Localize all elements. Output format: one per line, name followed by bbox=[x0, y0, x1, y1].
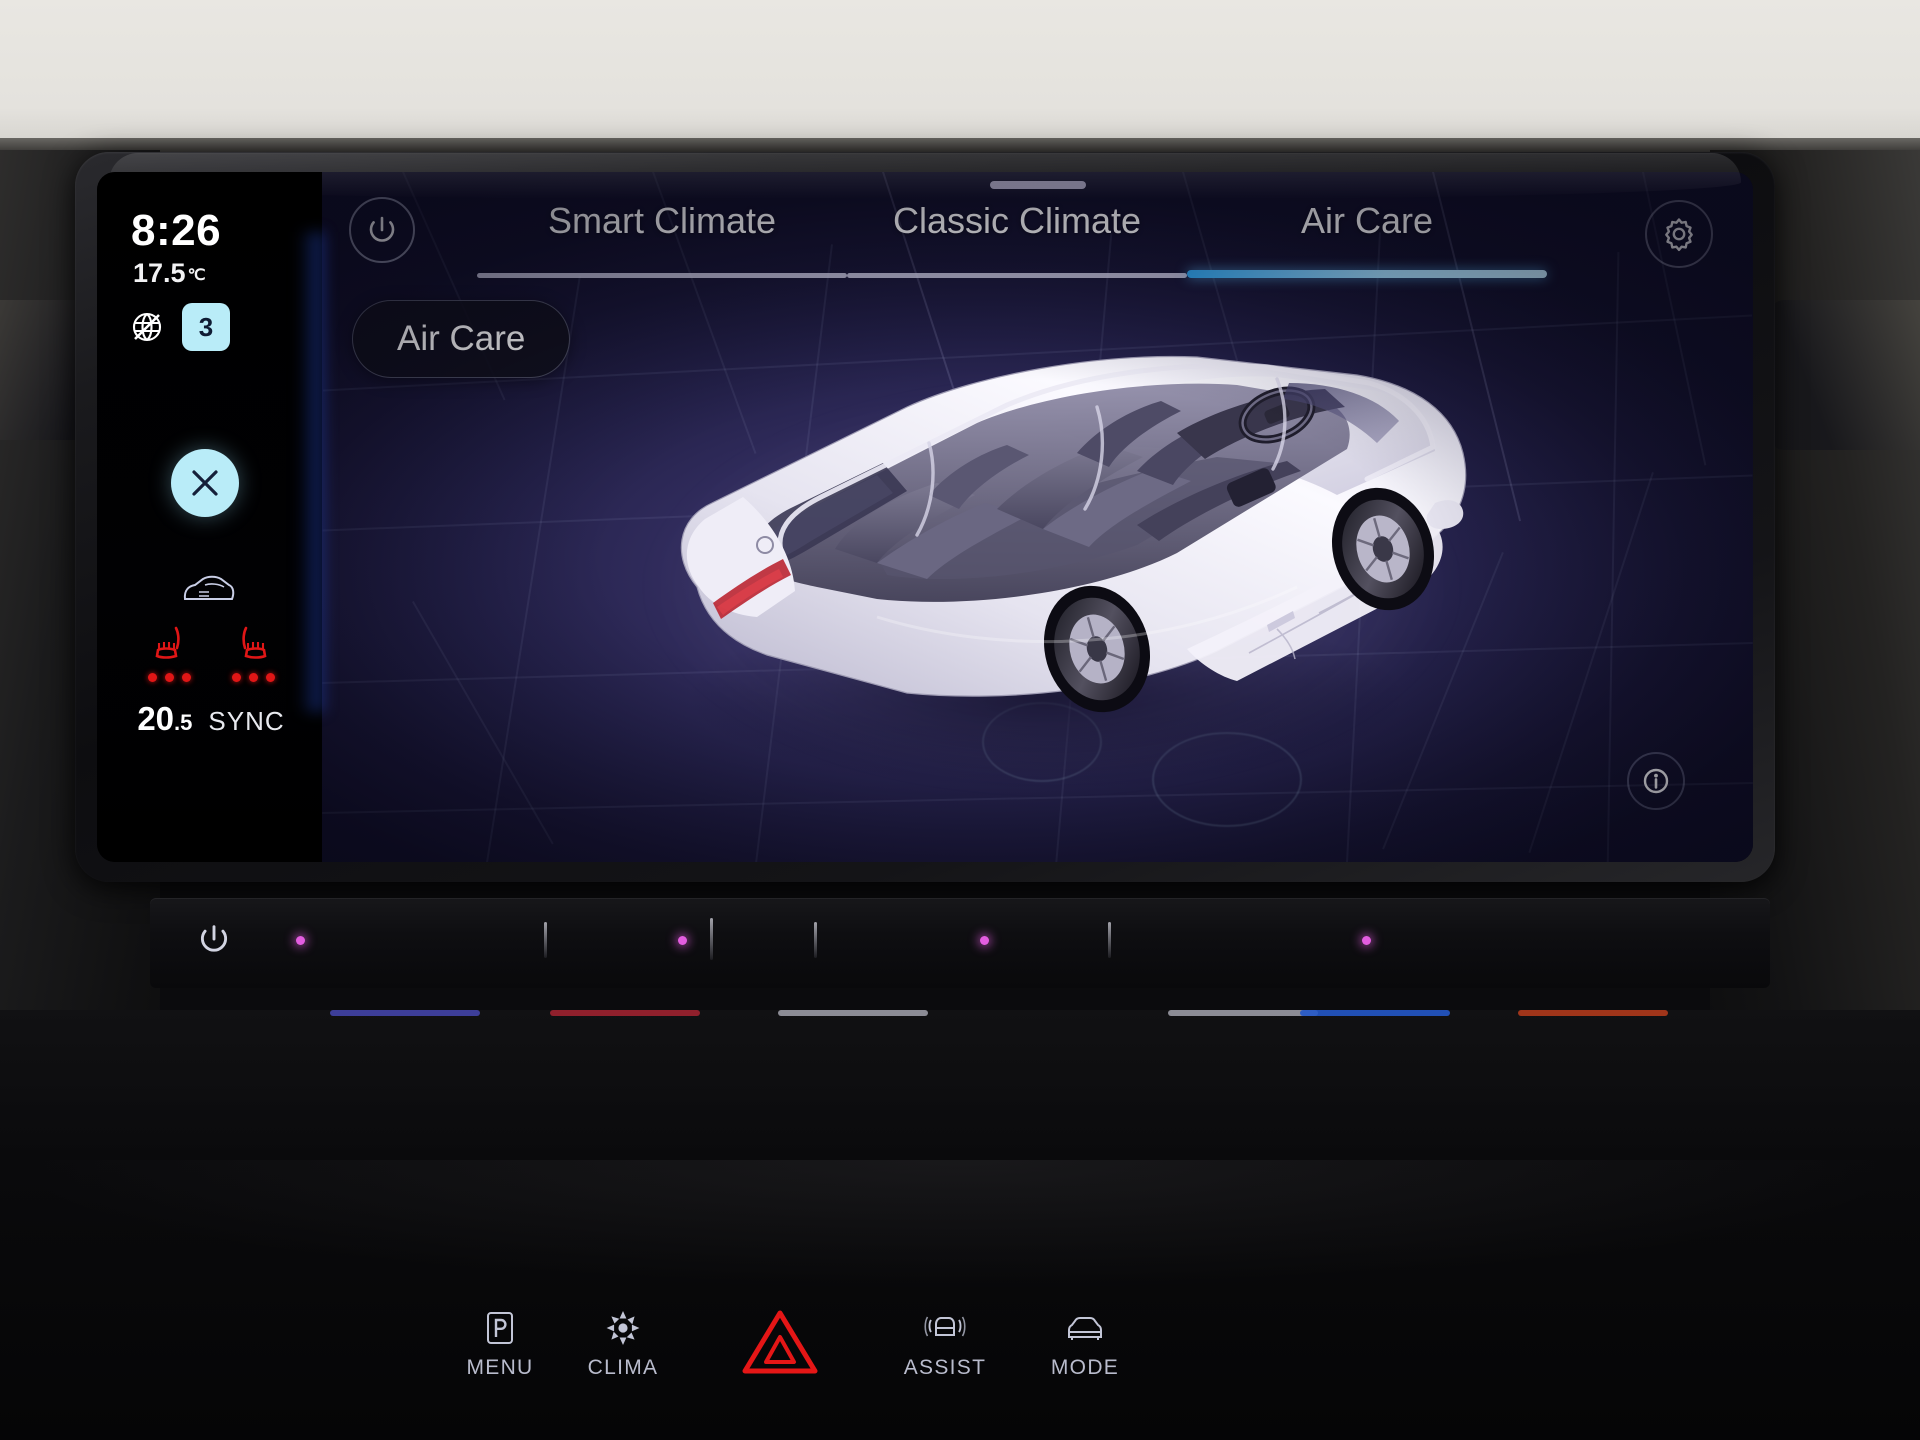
power-icon bbox=[369, 216, 395, 242]
air-care-mode-label: Air Care bbox=[397, 319, 526, 358]
fan-icon bbox=[548, 1301, 698, 1347]
seat-heating-right-icon bbox=[242, 626, 267, 659]
fan-speed-badge[interactable]: 3 bbox=[182, 303, 230, 351]
slider-bar-indicator bbox=[1300, 1010, 1450, 1016]
seat-left-level-dots bbox=[141, 673, 197, 682]
hard-key-row: MENU CLIMA ASSIST MODE bbox=[0, 1260, 1920, 1380]
hard-key-assist[interactable]: ASSIST bbox=[870, 1301, 1020, 1380]
sync-button[interactable]: SYNC bbox=[208, 706, 284, 737]
tab-label: Smart Climate bbox=[547, 200, 777, 241]
slider-tick bbox=[1108, 922, 1111, 958]
hard-key-label: MODE bbox=[1050, 1356, 1120, 1379]
settings-button[interactable] bbox=[1645, 200, 1713, 268]
strip-power-icon[interactable] bbox=[195, 920, 233, 958]
cabin-temperature-dec: .5 bbox=[174, 710, 193, 735]
slider-tick bbox=[710, 918, 713, 960]
climate-power-button[interactable] bbox=[349, 197, 415, 263]
car-front-icon bbox=[1010, 1301, 1160, 1347]
vehicle-3d-cutaway-icon[interactable] bbox=[577, 257, 1517, 817]
car-assist-icon bbox=[870, 1301, 1020, 1347]
slider-indicator-dot bbox=[1362, 936, 1371, 945]
display-bezel: 8:26 17.5 ℃ 3 20.5 SYNC Smart Climate Cl… bbox=[75, 152, 1775, 882]
seat-right-level-dots bbox=[225, 673, 281, 682]
hard-key-hazard[interactable] bbox=[705, 1304, 855, 1380]
hazard-triangle-icon bbox=[705, 1304, 855, 1380]
clock: 8:26 bbox=[131, 206, 222, 255]
slider-bar-indicator bbox=[1518, 1010, 1668, 1016]
status-rail: 8:26 17.5 ℃ 3 20.5 SYNC bbox=[97, 172, 324, 862]
hard-key-label: ASSIST bbox=[903, 1356, 987, 1379]
slider-indicator-dot bbox=[678, 936, 687, 945]
slider-tick bbox=[544, 922, 547, 958]
rail-glow bbox=[298, 232, 324, 712]
seat-heating-left[interactable] bbox=[141, 624, 197, 694]
rear-window-defrost-icon[interactable] bbox=[181, 572, 237, 606]
seat-level-dot bbox=[181, 673, 191, 682]
cabin-temperature-row: 20.5 SYNC bbox=[111, 700, 311, 738]
seat-level-dot bbox=[147, 673, 157, 682]
seat-heating-right[interactable] bbox=[225, 624, 281, 694]
hard-key-label: CLIMA bbox=[587, 1356, 659, 1379]
air-care-mode-button[interactable]: Air Care bbox=[352, 300, 571, 378]
slider-bar-indicator bbox=[1168, 1010, 1318, 1016]
fan-speed-value: 3 bbox=[198, 311, 214, 342]
outside-temperature-value: 17.5 bbox=[133, 258, 186, 288]
slider-indicator-dot bbox=[296, 936, 305, 945]
slider-indicator-dot bbox=[980, 936, 989, 945]
air-vent-right bbox=[1770, 300, 1920, 450]
close-x-icon bbox=[192, 470, 218, 496]
hard-key-clima[interactable]: CLIMA bbox=[548, 1301, 698, 1380]
cabin-temperature-int: 20 bbox=[137, 700, 175, 737]
slider-bar-indicator bbox=[778, 1010, 928, 1016]
gear-icon bbox=[1665, 218, 1693, 252]
slider-tick bbox=[814, 922, 817, 958]
panel-drag-handle[interactable] bbox=[989, 181, 1086, 189]
outside-temperature: 17.5 ℃ bbox=[133, 258, 206, 289]
hard-key-mode[interactable]: MODE bbox=[1010, 1301, 1160, 1380]
tab-label: Air Care bbox=[1300, 200, 1434, 241]
cabin-temperature[interactable]: 20.5 bbox=[137, 700, 192, 738]
seat-level-dot bbox=[248, 673, 258, 682]
info-button[interactable] bbox=[1627, 752, 1685, 810]
seat-heating-left-icon bbox=[155, 626, 180, 659]
outside-temperature-unit: ℃ bbox=[187, 267, 206, 284]
tab-label: Classic Climate bbox=[892, 200, 1142, 241]
touchscreen[interactable]: 8:26 17.5 ℃ 3 20.5 SYNC Smart Climate Cl… bbox=[97, 172, 1753, 862]
info-icon bbox=[1643, 768, 1669, 794]
slider-bar-indicator bbox=[550, 1010, 700, 1016]
close-button[interactable] bbox=[171, 449, 239, 517]
slider-bar-indicator bbox=[330, 1010, 480, 1016]
infotainment-scene: 8:26 17.5 ℃ 3 20.5 SYNC Smart Climate Cl… bbox=[0, 0, 1920, 1440]
seat-level-dot bbox=[164, 673, 174, 682]
seat-level-dot bbox=[265, 673, 275, 682]
seat-heating-group bbox=[121, 624, 301, 694]
recirculation-off-icon[interactable] bbox=[127, 307, 167, 347]
touch-slider-strip[interactable] bbox=[150, 898, 1770, 988]
climate-main-panel: Smart Climate Classic Climate Air Care A… bbox=[322, 172, 1753, 862]
seat-level-dot bbox=[231, 673, 241, 682]
